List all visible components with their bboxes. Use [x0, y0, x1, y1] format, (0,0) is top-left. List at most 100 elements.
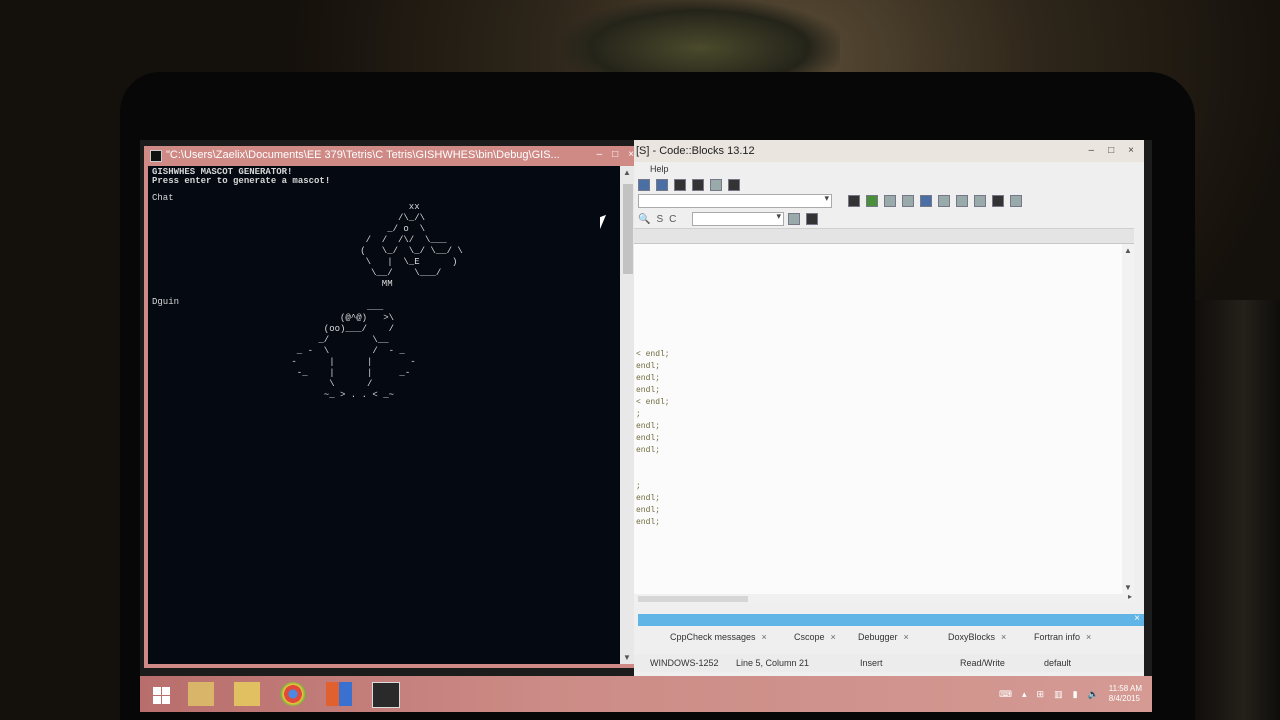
scroll-down-icon[interactable]: ▼ [623, 653, 631, 662]
hscroll-thumb[interactable] [638, 596, 748, 602]
log-tabs: CppCheck messages × Cscope × Debugger × Dox… [634, 630, 1144, 646]
cb-minimize-button[interactable]: – [1089, 140, 1095, 162]
pause-icon[interactable] [674, 179, 686, 191]
code-editor[interactable]: < endl; endl; endl; endl; < endl; ; endl… [634, 244, 1122, 594]
tab-debugger[interactable]: Debugger × [858, 632, 909, 642]
bookmark-next-icon[interactable] [1010, 195, 1022, 207]
scroll-right-icon[interactable]: ▸ [1128, 592, 1132, 601]
stop-icon[interactable] [692, 179, 704, 191]
jump-icon[interactable] [884, 195, 896, 207]
bookmark-prev-icon[interactable] [974, 195, 986, 207]
close-logs-icon[interactable]: × [1134, 613, 1140, 624]
bookmark-icon[interactable] [992, 195, 1004, 207]
highlight-icon[interactable] [956, 195, 968, 207]
close-tab-icon[interactable]: × [1086, 632, 1091, 642]
codeblocks-taskbar-icon[interactable] [188, 682, 214, 706]
console-output[interactable]: GISHWHES MASCOT GENERATOR! Press enter t… [148, 166, 620, 664]
build-target-combo[interactable] [638, 193, 832, 208]
find-icon[interactable] [788, 213, 800, 225]
close-tab-icon[interactable]: × [904, 632, 909, 642]
search-tools [788, 210, 818, 228]
tab-cppcheck-messages[interactable]: CppCheck messages × [670, 632, 767, 642]
tab-cscope[interactable]: Cscope × [794, 632, 836, 642]
toggle-icon[interactable] [920, 195, 932, 207]
editor-tab-strip [634, 228, 1134, 244]
app-taskbar-icon[interactable] [326, 682, 352, 706]
code-line: endl; [636, 518, 661, 527]
menu-bar: Help [634, 162, 1144, 176]
chair-background [1190, 300, 1280, 720]
start-button[interactable] [148, 682, 174, 706]
scroll-up-icon[interactable]: ▲ [623, 168, 631, 177]
search-toolbar: 🔍 S C [638, 210, 676, 228]
codeblocks-title: [S] - Code::Blocks 13.12 [636, 145, 755, 157]
console-taskbar-icon[interactable] [372, 682, 400, 708]
console-line: Press enter to generate a mascot! [152, 176, 331, 186]
status-mode: Insert [860, 658, 883, 668]
scroll-thumb[interactable] [623, 184, 633, 274]
volume-icon[interactable]: 🔈 [1088, 689, 1099, 700]
code-line: endl; [636, 434, 661, 443]
chrome-icon[interactable] [280, 682, 306, 706]
code-line: endl; [636, 422, 661, 431]
close-tab-icon[interactable]: × [762, 632, 767, 642]
info-icon[interactable] [728, 179, 740, 191]
comment-icon[interactable] [902, 195, 914, 207]
maximize-button[interactable]: □ [612, 146, 618, 164]
mascot-art-chat: xx /\_/\ _/ o \ / / /\/ \___ ( \_/ \_/ \… [360, 202, 463, 289]
console-app-icon [150, 150, 162, 162]
build-toolbar [848, 192, 1022, 210]
battery-icon[interactable]: ▮ [1073, 689, 1078, 700]
console-window[interactable]: "C:\Users\Zaelix\Documents\EE 379\Tetris… [144, 146, 640, 668]
debug-step-icon[interactable] [638, 179, 650, 191]
mascot-name-dguin: Dguin [152, 297, 180, 307]
code-line: endl; [636, 386, 661, 395]
wrench-icon[interactable] [806, 213, 818, 225]
status-access: Read/Write [960, 658, 1005, 668]
code-line: endl; [636, 494, 661, 503]
mouse-pointer-icon [600, 214, 606, 230]
plant-background [560, 0, 840, 80]
search-icon[interactable]: 🔍 [638, 214, 650, 225]
debug-next-icon[interactable] [656, 179, 668, 191]
close-tab-icon[interactable]: × [831, 632, 836, 642]
editor-horizontal-scrollbar[interactable]: ▸ [634, 592, 1134, 604]
codeblocks-title-bar[interactable]: [S] - Code::Blocks 13.12 – □ × [634, 140, 1144, 162]
regex-c-icon[interactable]: C [669, 214, 676, 225]
tray-arrow-icon[interactable]: ▴ [1022, 689, 1027, 700]
scroll-up-icon[interactable]: ▲ [1124, 246, 1132, 255]
build-icon[interactable] [848, 195, 860, 207]
regex-s-icon[interactable]: S [656, 214, 663, 225]
settings-icon[interactable] [938, 195, 950, 207]
clock[interactable]: 11:58 AM 8/4/2015 [1109, 684, 1142, 704]
cb-maximize-button[interactable]: □ [1108, 140, 1114, 162]
run-icon[interactable] [866, 195, 878, 207]
windows-icon[interactable]: ⊞ [1037, 689, 1045, 700]
clock-date: 8/4/2015 [1108, 694, 1140, 703]
file-explorer-icon[interactable] [234, 682, 260, 706]
debug-window-icon[interactable] [710, 179, 722, 191]
network-icon[interactable]: ▥ [1054, 689, 1063, 700]
cb-close-button[interactable]: × [1128, 140, 1134, 162]
code-line: ; [636, 410, 641, 419]
logs-panel-header[interactable]: × [638, 613, 1144, 626]
codeblocks-window[interactable]: [S] - Code::Blocks 13.12 – □ × Help ▾ 🔍 … [634, 140, 1144, 678]
search-combo[interactable] [692, 211, 784, 226]
code-line: endl; [636, 506, 661, 515]
scroll-down-icon[interactable]: ▼ [1124, 583, 1132, 592]
code-line: endl; [636, 446, 661, 455]
console-title: "C:\Users\Zaelix\Documents\EE 379\Tetris… [166, 149, 560, 161]
tab-fortran-info[interactable]: Fortran info × [1034, 632, 1091, 642]
keyboard-icon[interactable]: ⌨ [999, 689, 1012, 700]
status-position: Line 5, Column 21 [736, 658, 810, 668]
code-line: endl; [636, 362, 661, 371]
mascot-name-chat: Chat [152, 193, 174, 203]
close-tab-icon[interactable]: × [1001, 632, 1006, 642]
minimize-button[interactable]: – [597, 146, 603, 164]
status-profile: default [1044, 658, 1072, 668]
console-title-bar[interactable]: "C:\Users\Zaelix\Documents\EE 379\Tetris… [144, 146, 640, 164]
tab-doxyblocks[interactable]: DoxyBlocks × [948, 632, 1006, 642]
menu-help[interactable]: Help [650, 162, 669, 176]
editor-vertical-scrollbar[interactable]: ▲ ▼ [1122, 244, 1134, 594]
status-bar: WINDOWS-1252 Line 5, Column 21 Insert Re… [634, 654, 1144, 672]
